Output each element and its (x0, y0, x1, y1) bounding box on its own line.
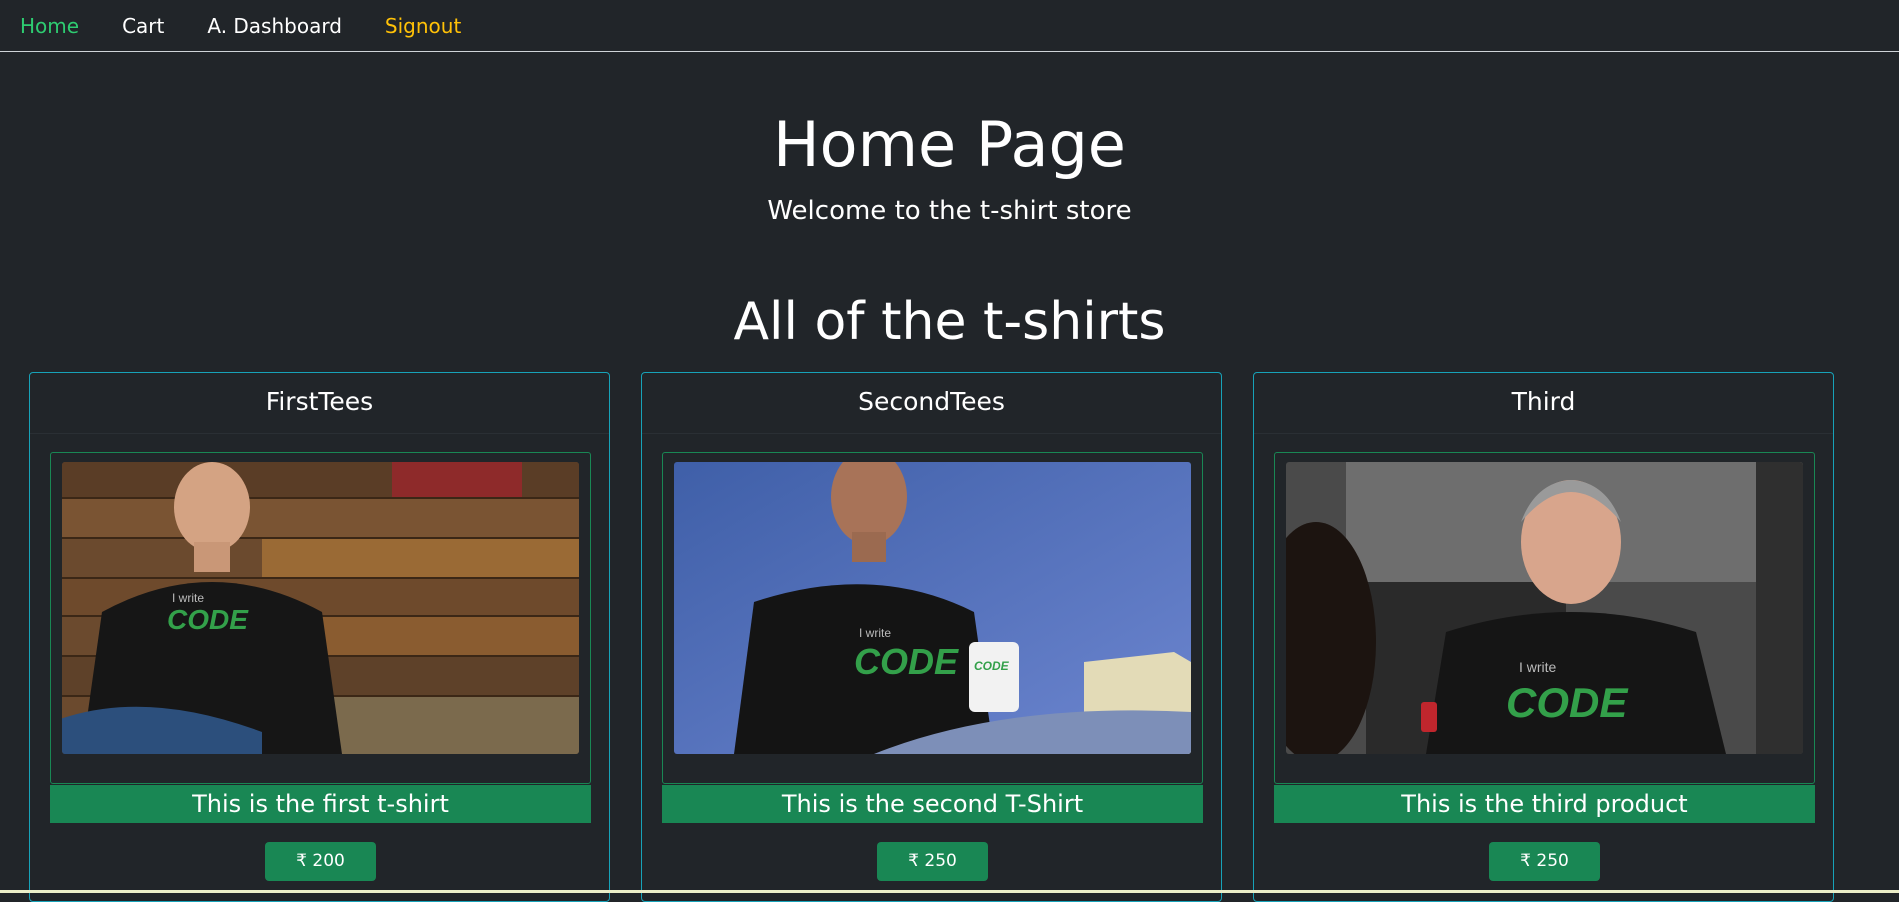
product-description: This is the first t-shirt (50, 785, 591, 823)
nav-dashboard-link[interactable]: A. Dashboard (207, 14, 342, 38)
nav-cart-link[interactable]: Cart (122, 14, 164, 38)
product-image-frame: CODE I write CODE (662, 452, 1203, 784)
svg-text:CODE: CODE (974, 659, 1010, 673)
svg-text:CODE: CODE (854, 641, 959, 682)
svg-text:I write: I write (1519, 659, 1557, 675)
product-image-frame: I write CODE (1274, 452, 1815, 784)
svg-text:I write: I write (172, 591, 204, 605)
top-navbar: Home Cart A. Dashboard Signout (0, 0, 1899, 52)
price-button[interactable]: ₹ 200 (265, 842, 376, 881)
product-name: Third (1254, 373, 1833, 434)
nav-signout-link[interactable]: Signout (385, 14, 461, 38)
product-description: This is the third product (1274, 785, 1815, 823)
price-button[interactable]: ₹ 250 (1489, 842, 1600, 881)
product-card: Third I write CODE This is the third pro… (1253, 372, 1834, 902)
product-card: SecondTees CODE I write CODE This is the… (641, 372, 1222, 902)
product-grid: FirstTees I write CODE This is the first… (29, 372, 1838, 902)
product-image: I write CODE (62, 462, 579, 754)
nav-home-link[interactable]: Home (20, 14, 79, 38)
page-subtitle: Welcome to the t-shirt store (767, 196, 1132, 226)
product-name: FirstTees (30, 373, 609, 434)
svg-text:I write: I write (859, 626, 891, 640)
product-image: CODE I write CODE (674, 462, 1191, 754)
svg-text:CODE: CODE (1506, 679, 1629, 726)
product-name: SecondTees (642, 373, 1221, 434)
tshirt-photo-smiling-man: I write CODE (1286, 462, 1803, 754)
product-description: This is the second T-Shirt (662, 785, 1203, 823)
tshirt-photo-wood-wall: I write CODE (62, 462, 579, 754)
product-image: I write CODE (1286, 462, 1803, 754)
product-card: FirstTees I write CODE This is the first… (29, 372, 610, 902)
tshirt-photo-mug: CODE I write CODE (674, 462, 1191, 754)
section-title: All of the t-shirts (733, 292, 1166, 352)
svg-text:CODE: CODE (167, 604, 249, 635)
page-title: Home Page (773, 108, 1126, 181)
jumbotron: Home Page Welcome to the t-shirt store (0, 108, 1899, 227)
price-button[interactable]: ₹ 250 (877, 842, 988, 881)
product-image-frame: I write CODE (50, 452, 591, 784)
